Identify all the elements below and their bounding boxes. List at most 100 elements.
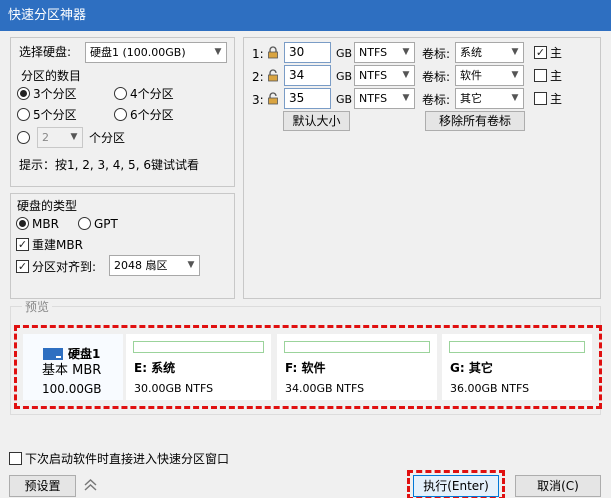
partition-1-unit: GB [336, 47, 353, 60]
preview-panel: 硬盘1 基本 MBR 100.00GB E: 系统 30.00GB NTFS F… [14, 325, 602, 409]
partition-card-e[interactable]: E: 系统 30.00GB NTFS [126, 334, 271, 400]
partition-1-size-value: 30 [289, 45, 305, 59]
lock-icon[interactable] [267, 46, 279, 59]
unlock-icon[interactable] [267, 92, 279, 105]
partition-1-index: 1: [252, 47, 264, 61]
partition-1-primary-label: 主 [550, 46, 563, 60]
partition-count-label: 分区的数目 [21, 69, 82, 83]
cancel-button[interactable]: 取消(C) [515, 475, 601, 497]
partition-1-size-input[interactable]: 30 [284, 42, 331, 63]
partition-3-index: 3: [252, 93, 264, 107]
remove-labels-button[interactable]: 移除所有卷标 [425, 111, 525, 131]
disk-select[interactable]: 硬盘1 (100.00GB) ▼ [85, 42, 227, 63]
rebuild-mbr-checkbox[interactable]: ✓ [16, 238, 29, 251]
default-size-button[interactable]: 默认大小 [283, 111, 350, 131]
radio-gpt-label: GPT [94, 217, 118, 231]
partition-1-label-value: 系统 [460, 46, 482, 59]
default-size-button-label: 默认大小 [292, 114, 341, 128]
partition-3-fs-value: NTFS [359, 92, 388, 105]
disk-card[interactable]: 硬盘1 基本 MBR 100.00GB [23, 334, 123, 400]
align-select[interactable]: 2048 扇区 ▼ [109, 255, 200, 276]
partition-3-primary-checkbox[interactable] [534, 92, 547, 105]
radio-4-partitions[interactable] [114, 87, 127, 100]
disk-type-title: 硬盘的类型 [17, 199, 78, 213]
window-titlebar: 快速分区神器 [0, 0, 611, 31]
cancel-button-label: 取消(C) [537, 479, 579, 493]
partition-3-size-input[interactable]: 35 [284, 88, 331, 109]
radio-mbr[interactable] [16, 217, 29, 230]
radio-4-partitions-label: 4个分区 [130, 87, 174, 101]
chevron-down-icon: ▼ [70, 132, 78, 142]
partition-card-f[interactable]: F: 软件 34.00GB NTFS [277, 334, 437, 400]
chevron-down-icon: ▼ [402, 93, 410, 103]
partition-2-label-select[interactable]: 软件 ▼ [455, 65, 524, 86]
partition-info: 36.00GB NTFS [450, 382, 530, 395]
disk-selection-group: 选择硬盘: 硬盘1 (100.00GB) ▼ 分区的数目 3个分区 4个分区 5… [10, 37, 235, 187]
disk-type: 基本 MBR [42, 363, 102, 378]
chevron-down-icon: ▼ [511, 93, 519, 103]
partition-info: 30.00GB NTFS [134, 382, 214, 395]
partition-usage-bar [449, 341, 585, 353]
rebuild-mbr-label: 重建MBR [32, 238, 83, 252]
chevron-down-icon: ▼ [187, 260, 195, 270]
partition-name: E: 系统 [134, 361, 176, 375]
radio-6-partitions[interactable] [114, 108, 127, 121]
chevron-down-icon: ▼ [511, 47, 519, 57]
partition-2-size-value: 34 [289, 68, 305, 82]
partition-2-unit: GB [336, 70, 353, 83]
radio-gpt[interactable] [78, 217, 91, 230]
partition-usage-bar [133, 341, 264, 353]
partition-3-label-select[interactable]: 其它 ▼ [455, 88, 524, 109]
custom-count-suffix: 个分区 [89, 131, 126, 145]
partition-2-fs-select[interactable]: NTFS ▼ [354, 65, 415, 86]
double-chevron-up-icon[interactable] [84, 478, 97, 492]
execute-button-label: 执行(Enter) [423, 479, 489, 493]
partition-1-label-select[interactable]: 系统 ▼ [455, 42, 524, 63]
radio-3-partitions[interactable] [17, 87, 30, 100]
partition-2-primary-label: 主 [550, 69, 563, 83]
dialog-body: 选择硬盘: 硬盘1 (100.00GB) ▼ 分区的数目 3个分区 4个分区 5… [0, 31, 611, 498]
select-disk-label: 选择硬盘: [19, 45, 72, 59]
partition-1-primary-checkbox[interactable]: ✓ [534, 46, 547, 59]
chevron-down-icon: ▼ [402, 70, 410, 80]
partition-2-label-value: 软件 [460, 69, 482, 82]
partition-3-label-caption: 卷标: [422, 93, 451, 107]
align-label: 分区对齐到: [32, 260, 97, 274]
custom-count-select[interactable]: 2 ▼ [37, 127, 83, 148]
partition-3-label-value: 其它 [460, 92, 482, 105]
partition-2-label-caption: 卷标: [422, 70, 451, 84]
window-title: 快速分区神器 [8, 8, 87, 23]
unlock-icon[interactable] [267, 69, 279, 82]
hint-text: 提示：按1, 2, 3, 4, 5, 6键试试看 [19, 158, 199, 172]
partition-3-size-value: 35 [289, 91, 305, 105]
partition-1-fs-select[interactable]: NTFS ▼ [354, 42, 415, 63]
disk-size: 100.00GB [42, 382, 102, 396]
partition-2-fs-value: NTFS [359, 69, 388, 82]
preset-button-label: 预设置 [24, 479, 61, 493]
partition-info: 34.00GB NTFS [285, 382, 365, 395]
autostart-label: 下次启动软件时直接进入快速分区窗口 [25, 452, 230, 466]
partition-2-primary-checkbox[interactable] [534, 69, 547, 82]
chevron-down-icon: ▼ [511, 70, 519, 80]
radio-6-partitions-label: 6个分区 [130, 108, 174, 122]
partition-name: G: 其它 [450, 361, 493, 375]
radio-3-partitions-label: 3个分区 [33, 87, 77, 101]
radio-5-partitions[interactable] [17, 108, 30, 121]
preset-button[interactable]: 预设置 [9, 475, 76, 497]
align-checkbox[interactable]: ✓ [16, 260, 29, 273]
partition-usage-bar [284, 341, 430, 353]
chevron-down-icon: ▼ [214, 47, 222, 57]
radio-5-partitions-label: 5个分区 [33, 108, 77, 122]
custom-count-value: 2 [42, 131, 49, 144]
partition-2-size-input[interactable]: 34 [284, 65, 331, 86]
execute-button[interactable]: 执行(Enter) [413, 475, 499, 497]
radio-mbr-label: MBR [32, 217, 59, 231]
autostart-checkbox[interactable] [9, 452, 22, 465]
partition-1-label-caption: 卷标: [422, 47, 451, 61]
partition-2-index: 2: [252, 70, 264, 84]
radio-custom-partitions[interactable] [17, 131, 30, 144]
partition-card-g[interactable]: G: 其它 36.00GB NTFS [442, 334, 592, 400]
chevron-down-icon: ▼ [402, 47, 410, 57]
partition-name: F: 软件 [285, 361, 326, 375]
partition-3-fs-select[interactable]: NTFS ▼ [354, 88, 415, 109]
